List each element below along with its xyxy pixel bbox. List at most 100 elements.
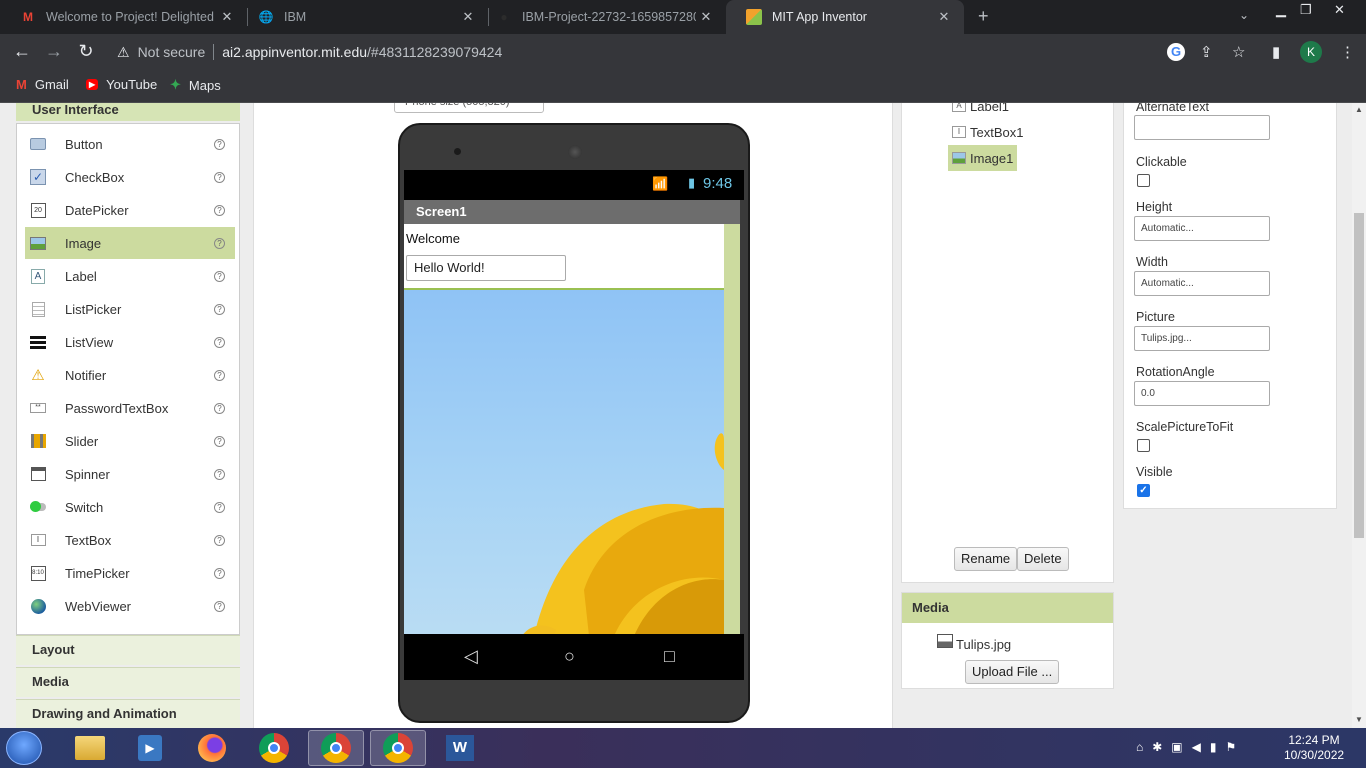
scroll-up-icon[interactable]: ▲ <box>1355 105 1363 114</box>
textbox1-component[interactable]: Hello World! <box>406 255 566 281</box>
chrome-profile-2-taskbar-icon[interactable] <box>370 730 426 766</box>
help-icon[interactable]: ? <box>214 435 225 447</box>
scale-picture-checkbox[interactable] <box>1137 439 1150 452</box>
taskbar-clock[interactable]: 12:24 PM 10/30/2022 <box>1284 733 1344 763</box>
upload-file-button[interactable]: Upload File ... <box>965 660 1060 684</box>
palette-item-checkbox[interactable]: ✓ CheckBox ? <box>25 161 235 193</box>
file-explorer-taskbar-icon[interactable] <box>62 730 118 766</box>
component-label1[interactable]: A Label1 <box>948 103 1013 119</box>
google-icon[interactable]: G <box>1167 43 1185 61</box>
help-icon[interactable]: ? <box>214 369 225 381</box>
tab-ibm[interactable]: 🌐 IBM ✕ <box>238 0 488 34</box>
forward-icon[interactable]: → <box>43 41 65 62</box>
back-icon[interactable]: ← <box>11 41 33 62</box>
back-triangle-icon[interactable]: ◁ <box>464 646 478 667</box>
chrome-taskbar-icon[interactable] <box>246 730 302 766</box>
rotation-angle-input[interactable]: 0.0 <box>1134 381 1270 406</box>
media-player-taskbar-icon[interactable]: ▶ <box>122 730 178 766</box>
help-icon[interactable]: ? <box>214 336 225 348</box>
clickable-checkbox[interactable] <box>1137 174 1150 187</box>
help-icon[interactable]: ? <box>214 567 225 579</box>
media-file-name[interactable]: Tulips.jpg <box>956 637 1011 652</box>
component-textbox1[interactable]: I TextBox1 <box>948 119 1027 145</box>
palette-category-media[interactable]: Media <box>16 667 240 697</box>
palette-item-listview[interactable]: ListView ? <box>25 326 235 358</box>
palette-item-passwordtextbox[interactable]: ** PasswordTextBox ? <box>25 392 235 424</box>
palette-item-webviewer[interactable]: WebViewer ? <box>25 590 235 622</box>
page-scrollbar[interactable]: ▲ ▼ <box>1352 103 1366 728</box>
word-taskbar-icon[interactable]: W <box>432 730 488 766</box>
help-icon[interactable]: ? <box>214 237 225 249</box>
palette-item-textbox[interactable]: I TextBox ? <box>25 524 235 556</box>
reload-icon[interactable]: ↻ <box>75 41 97 62</box>
close-tab-icon[interactable]: ✕ <box>458 9 478 25</box>
help-icon[interactable]: ? <box>214 468 225 480</box>
home-circle-icon[interactable]: ○ <box>564 646 575 667</box>
tab-app-inventor[interactable]: MIT App Inventor ✕ <box>726 0 964 34</box>
component-image1[interactable]: Image1 <box>948 145 1018 171</box>
close-tab-icon[interactable]: ✕ <box>696 9 716 25</box>
palette-category-layout[interactable]: Layout <box>16 635 240 665</box>
palette-category-drawing-animation[interactable]: Drawing and Animation <box>16 699 240 728</box>
start-button[interactable] <box>6 731 42 765</box>
screen-title-bar[interactable]: Screen1 <box>404 200 740 224</box>
minimize-icon[interactable]: ▁ <box>1276 2 1286 18</box>
help-icon[interactable]: ? <box>214 402 225 414</box>
side-panel-icon[interactable]: ▮ <box>1272 43 1280 61</box>
help-icon[interactable]: ? <box>214 171 225 183</box>
palette-item-timepicker[interactable]: 8:10 TimePicker ? <box>25 557 235 589</box>
scrollbar-thumb[interactable] <box>1354 213 1364 538</box>
help-icon[interactable]: ? <box>214 303 225 315</box>
palette-item-listpicker[interactable]: ListPicker ? <box>25 293 235 325</box>
alternate-text-input[interactable] <box>1134 115 1270 140</box>
palette-item-label[interactable]: A Label ? <box>25 260 235 292</box>
label1-component[interactable]: Welcome <box>406 231 460 246</box>
width-input[interactable]: Automatic... <box>1134 271 1270 296</box>
image1-component[interactable] <box>404 288 724 634</box>
chrome-profile-taskbar-icon[interactable] <box>308 730 364 766</box>
help-icon[interactable]: ? <box>214 270 225 282</box>
bookmark-youtube[interactable]: ▶ YouTube <box>86 77 157 92</box>
recents-square-icon[interactable]: □ <box>664 646 675 667</box>
phone-mockup: 📶 ▮ 9:48 Screen1 Welcome Hello World! ◁ … <box>398 123 750 723</box>
close-tab-icon[interactable]: ✕ <box>934 9 954 25</box>
tab-search-chevron-icon[interactable]: ⌄ <box>1239 8 1249 22</box>
restore-icon[interactable]: ❐ <box>1300 2 1312 18</box>
palette-category-user-interface[interactable]: User Interface <box>16 103 240 121</box>
help-icon[interactable]: ? <box>214 600 225 612</box>
firefox-taskbar-icon[interactable] <box>184 730 240 766</box>
component-name: Image1 <box>970 150 1014 166</box>
share-icon[interactable]: ⇪ <box>1200 43 1213 61</box>
help-icon[interactable]: ? <box>214 204 225 216</box>
palette-item-image[interactable]: Image ? <box>25 227 235 259</box>
palette-item-notifier[interactable]: ⚠ Notifier ? <box>25 359 235 391</box>
rename-button[interactable]: Rename <box>954 547 1018 571</box>
palette-item-switch[interactable]: Switch ? <box>25 491 235 523</box>
bookmark-gmail[interactable]: M Gmail <box>16 77 69 92</box>
height-input[interactable]: Automatic... <box>1134 216 1270 241</box>
phone-size-select[interactable]: Phone size (505,320) <box>394 103 544 113</box>
help-icon[interactable]: ? <box>214 534 225 546</box>
tab-gmail[interactable]: M Welcome to Project! Delighted to ✕ <box>0 0 247 34</box>
new-tab-icon[interactable]: + <box>978 6 989 27</box>
delete-button[interactable]: Delete <box>1017 547 1069 571</box>
help-icon[interactable]: ? <box>214 138 225 150</box>
bookmark-maps[interactable]: ✦ Maps <box>170 77 221 93</box>
palette-item-button[interactable]: Button ? <box>25 128 235 160</box>
profile-avatar[interactable]: K <box>1300 41 1322 63</box>
scroll-down-icon[interactable]: ▼ <box>1355 715 1363 724</box>
close-window-icon[interactable]: ✕ <box>1334 2 1345 18</box>
bookmark-star-icon[interactable]: ☆ <box>1232 43 1245 61</box>
palette-item-slider[interactable]: Slider ? <box>25 425 235 457</box>
system-tray-icons[interactable]: ⌂✱▣◀▮⚑ <box>1136 740 1245 754</box>
menu-icon[interactable]: ⋮ <box>1340 43 1355 61</box>
phone-screen[interactable]: Welcome Hello World! <box>404 224 740 634</box>
address-bar[interactable]: ⚠ Not secure ai2.appinventor.mit.edu /#4… <box>107 38 1252 66</box>
tab-github[interactable]: ● IBM-Project-22732-1659857280/ ✕ <box>476 0 726 34</box>
close-tab-icon[interactable]: ✕ <box>217 9 237 25</box>
visible-checkbox[interactable]: ✓ <box>1137 484 1150 497</box>
help-icon[interactable]: ? <box>214 501 225 513</box>
picture-input[interactable]: Tulips.jpg... <box>1134 326 1270 351</box>
palette-item-datepicker[interactable]: 20 DatePicker ? <box>25 194 235 226</box>
palette-item-spinner[interactable]: Spinner ? <box>25 458 235 490</box>
